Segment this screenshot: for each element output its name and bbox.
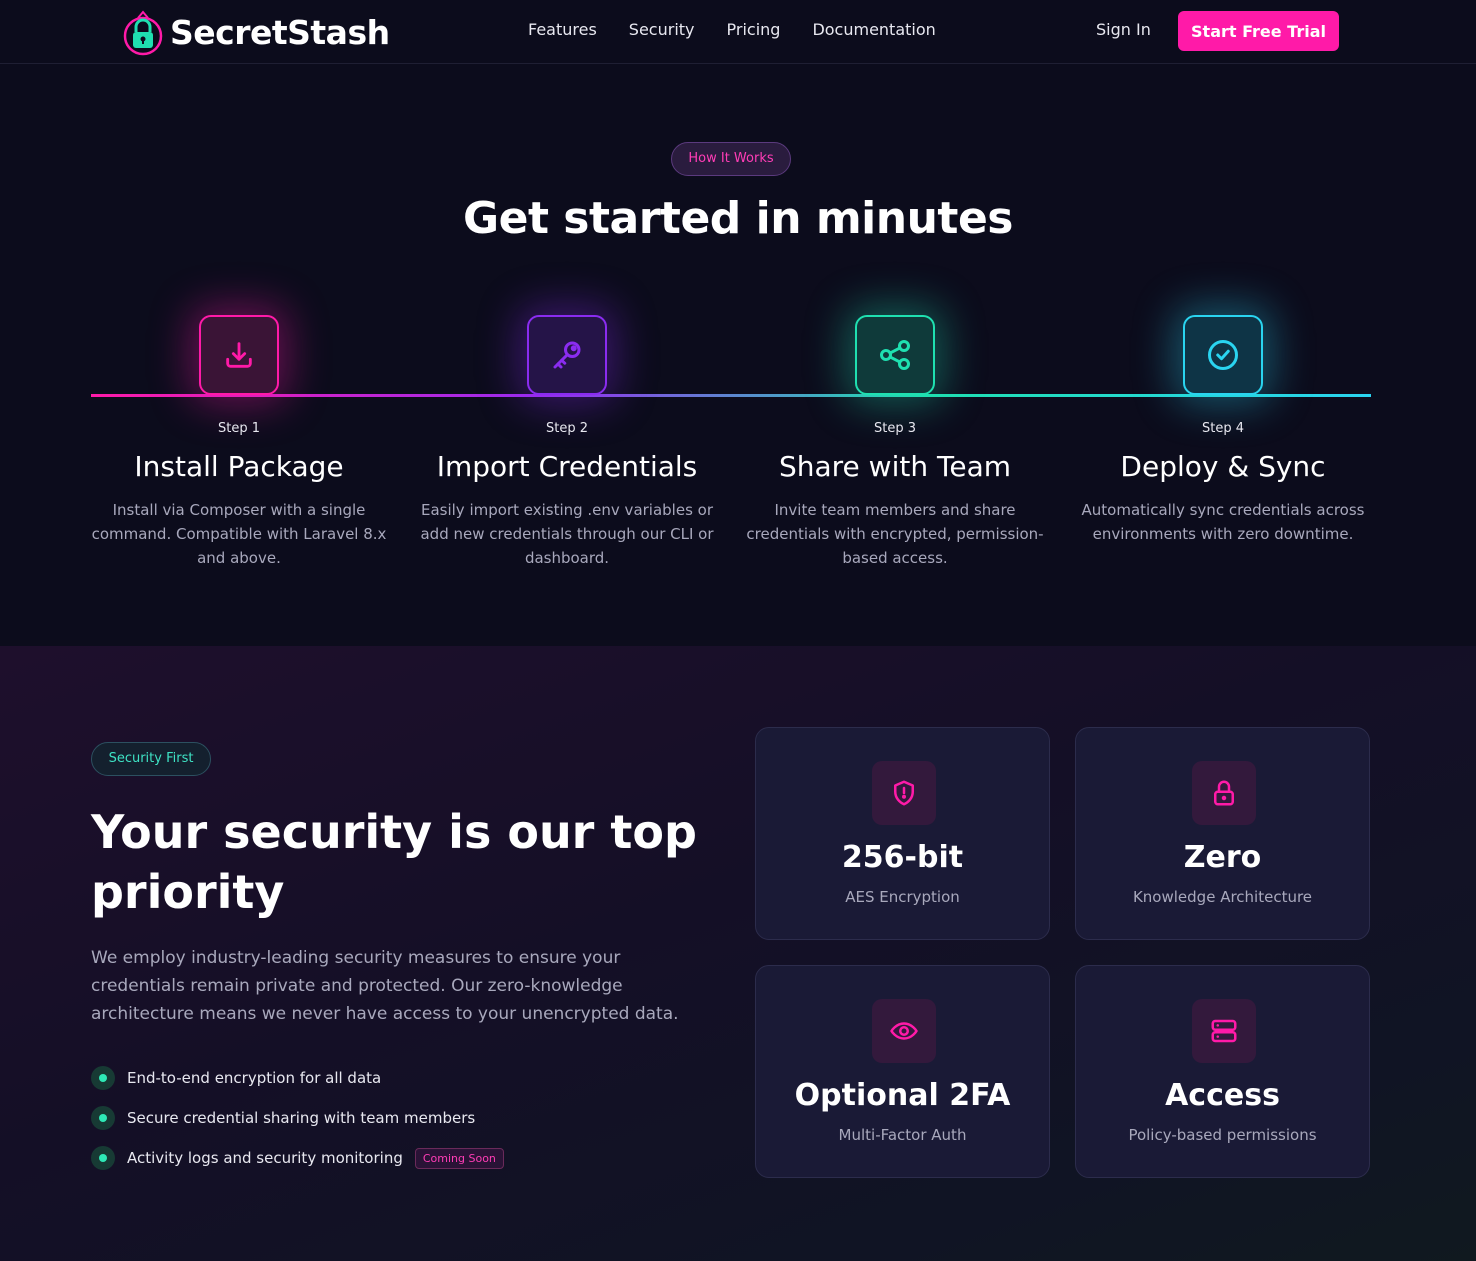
logo-text: SecretStash: [170, 12, 390, 52]
key-icon: [527, 315, 607, 395]
nav-link-security[interactable]: Security: [629, 20, 695, 39]
card-title: 256-bit: [841, 840, 964, 875]
step-description: Install via Composer with a single comma…: [91, 501, 387, 567]
security-title: Your security is our top priority: [91, 805, 697, 919]
card-title: Zero: [1183, 840, 1262, 875]
feature-card-zero-knowledge: Zero Knowledge Architecture: [1075, 727, 1370, 940]
step-title: Deploy & Sync: [1120, 450, 1326, 483]
feature-text: Activity logs and security monitoring: [127, 1149, 403, 1167]
step-number: Step 4: [1201, 421, 1244, 436]
nav-link-pricing[interactable]: Pricing: [727, 20, 781, 39]
card-title: Access: [1165, 1078, 1280, 1113]
how-it-works-badge: How It Works: [671, 142, 791, 176]
card-title: Optional 2FA: [794, 1078, 1011, 1113]
bullet-dot-icon: [91, 1146, 115, 1170]
feature-card-access: Access Policy-based permissions: [1075, 965, 1370, 1178]
server-icon: [1192, 999, 1256, 1063]
security-first-badge: Security First: [91, 742, 211, 776]
coming-soon-badge: Coming Soon: [414, 1147, 504, 1169]
bullet-dot-icon: [91, 1106, 115, 1130]
feature-card-encryption: 256-bit AES Encryption: [755, 727, 1050, 940]
lock-logo-icon: [122, 8, 164, 56]
top-nav: SecretStash Features Security Pricing Do…: [0, 0, 1476, 64]
step-3: Step 3 Share with Team Invite team membe…: [745, 418, 1045, 570]
list-item: Activity logs and security monitoring Co…: [91, 1138, 504, 1178]
step-title: Install Package: [134, 450, 344, 483]
card-subtitle: Knowledge Architecture: [1132, 888, 1313, 906]
list-item: End-to-end encryption for all data: [91, 1058, 504, 1098]
share-icon: [855, 315, 935, 395]
how-it-works-title: Get started in minutes: [463, 193, 1013, 244]
nav-links: Features Security Pricing Documentation: [528, 20, 936, 39]
feature-text: Secure credential sharing with team memb…: [127, 1109, 476, 1127]
check-circle-icon: [1183, 315, 1263, 395]
step-title: Share with Team: [778, 450, 1011, 483]
feature-text: End-to-end encryption for all data: [127, 1069, 382, 1087]
step-number: Step 1: [217, 421, 260, 436]
steps-timeline: [91, 394, 1371, 397]
security-feature-list: End-to-end encryption for all data Secur…: [91, 1058, 504, 1178]
list-item: Secure credential sharing with team memb…: [91, 1098, 504, 1138]
logo[interactable]: SecretStash: [122, 8, 390, 56]
step-2: Step 2 Import Credentials Easily import …: [417, 418, 717, 570]
security-description: We employ industry-leading security meas…: [91, 948, 679, 1024]
step-title: Import Credentials: [436, 450, 698, 483]
step-1: Step 1 Install Package Install via Compo…: [89, 418, 389, 570]
lock-icon: [1192, 761, 1256, 825]
bullet-dot-icon: [91, 1066, 115, 1090]
card-subtitle: Policy-based permissions: [1128, 1126, 1317, 1144]
step-description: Easily import existing .env variables or…: [420, 501, 714, 567]
step-description: Invite team members and share credential…: [746, 501, 1044, 567]
sign-in-link[interactable]: Sign In: [1096, 20, 1151, 39]
card-subtitle: Multi-Factor Auth: [838, 1126, 967, 1144]
download-icon: [199, 315, 279, 395]
feature-card-2fa: Optional 2FA Multi-Factor Auth: [755, 965, 1050, 1178]
nav-link-documentation[interactable]: Documentation: [812, 20, 935, 39]
step-4: Step 4 Deploy & Sync Automatically sync …: [1073, 418, 1373, 546]
step-number: Step 3: [873, 421, 916, 436]
shield-alert-icon: [872, 761, 936, 825]
eye-icon: [872, 999, 936, 1063]
start-free-trial-button[interactable]: Start Free Trial: [1178, 11, 1339, 51]
step-number: Step 2: [545, 421, 588, 436]
card-subtitle: AES Encryption: [845, 888, 960, 906]
step-description: Automatically sync credentials across en…: [1081, 501, 1365, 543]
nav-link-features[interactable]: Features: [528, 20, 597, 39]
